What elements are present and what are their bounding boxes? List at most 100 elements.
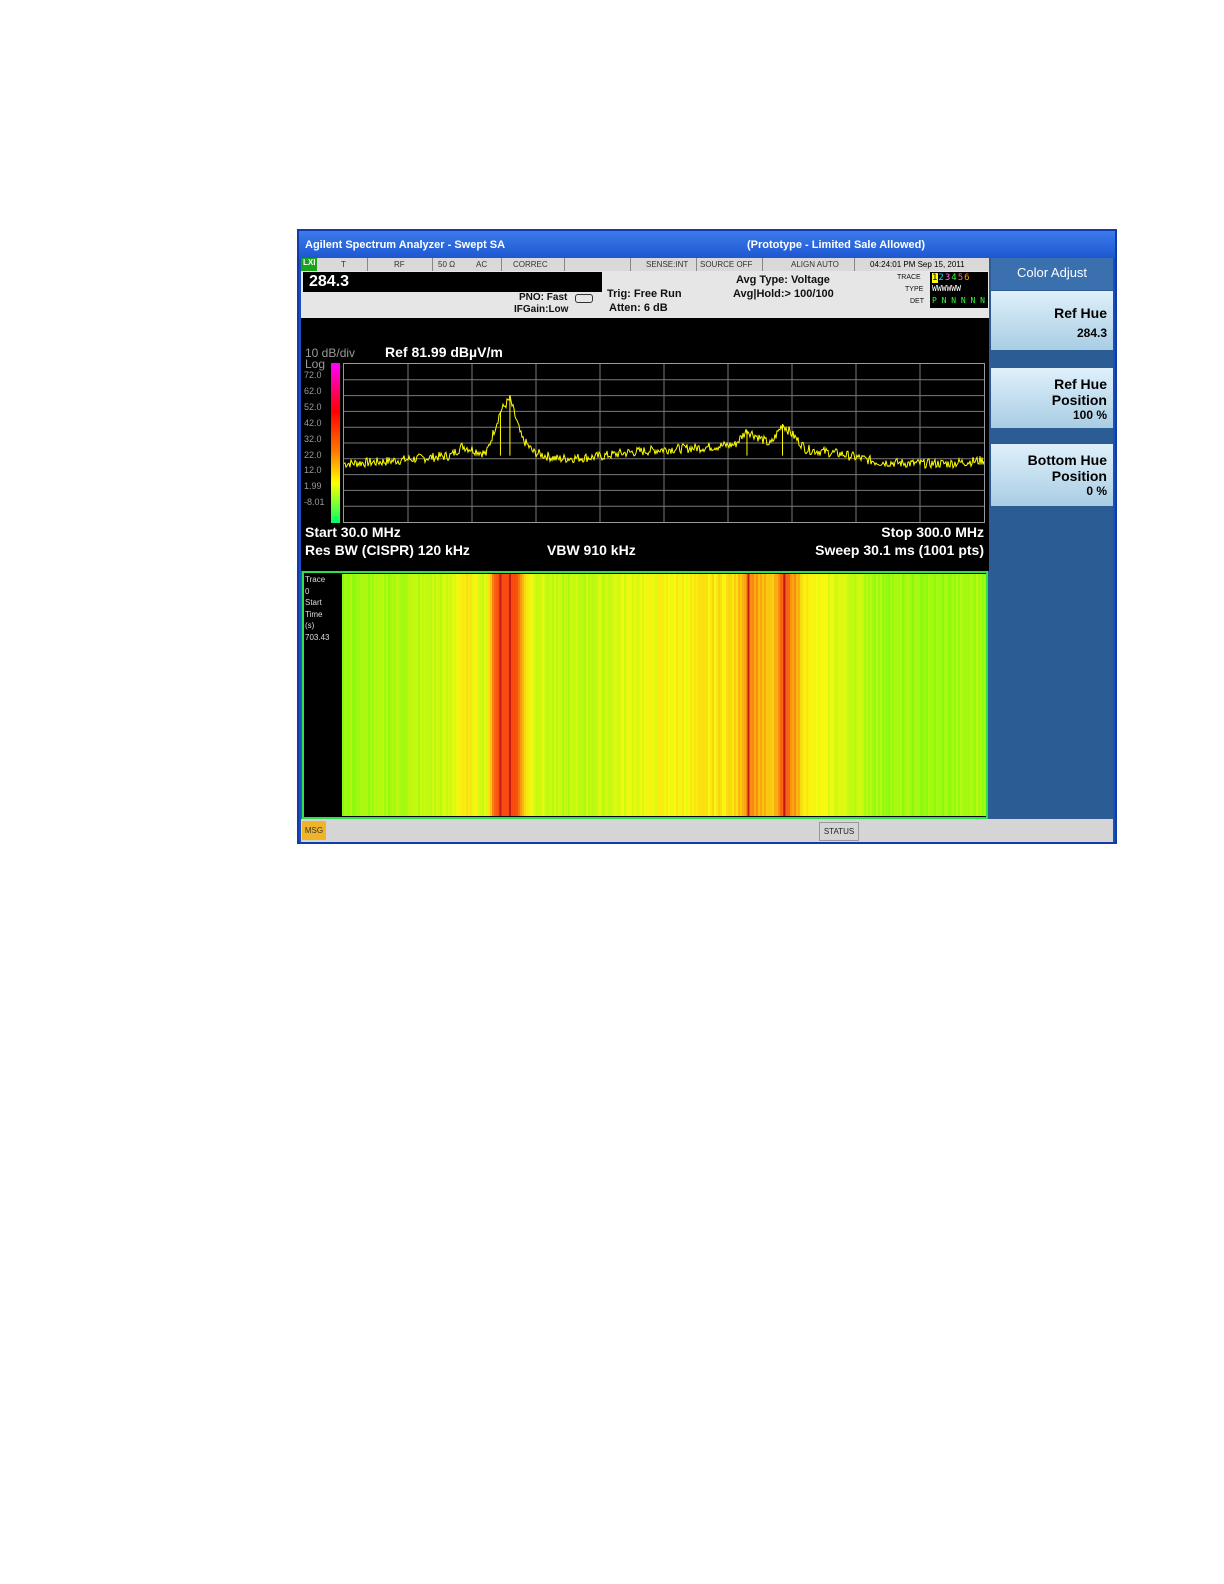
window-subtitle: (Prototype - Limited Sale Allowed): [747, 239, 926, 251]
waterfall-column: [882, 574, 884, 816]
ref-hue-position-softkey[interactable]: Ref Hue Position 100 %: [991, 368, 1113, 428]
waterfall-column: [844, 574, 846, 816]
waterfall-column: [456, 574, 458, 816]
ref-hue-position-label-1: Ref Hue: [1054, 376, 1107, 392]
waterfall-column: [474, 574, 476, 816]
waterfall-column: [628, 574, 630, 816]
waterfall-column: [754, 574, 756, 816]
waterfall-column: [530, 574, 532, 816]
waterfall-column: [832, 574, 834, 816]
waterfall-column: [918, 574, 920, 816]
waterfall-column: [740, 574, 742, 816]
waterfall-column: [812, 574, 814, 816]
waterfall-column: [734, 574, 736, 816]
waterfall-signal-line: [783, 574, 786, 816]
rf-indicator: RF: [394, 260, 405, 269]
waterfall-column: [824, 574, 826, 816]
waterfall-column: [702, 574, 704, 816]
waterfall-column: [608, 574, 610, 816]
msg-button[interactable]: MSG: [302, 821, 326, 840]
waterfall-column: [460, 574, 462, 816]
waterfall-display: Trace 0 Start Time (s) 703.43: [302, 571, 988, 819]
bottom-hue-position-label-2: Position: [1051, 468, 1107, 484]
waterfall-column: [454, 574, 456, 816]
waterfall-column: [694, 574, 696, 816]
waterfall-column: [874, 574, 876, 816]
waterfall-column: [696, 574, 698, 816]
waterfall-column: [842, 574, 844, 816]
waterfall-column: [554, 574, 556, 816]
waterfall-column: [600, 574, 602, 816]
waterfall-column: [980, 574, 982, 816]
waterfall-column: [464, 574, 466, 816]
waterfall-column: [854, 574, 856, 816]
waterfall-column: [912, 574, 914, 816]
waterfall-column: [926, 574, 928, 816]
waterfall-column: [662, 574, 664, 816]
waterfall-column: [518, 574, 520, 816]
waterfall-column: [610, 574, 612, 816]
y-tick-label: 32.0: [304, 433, 322, 444]
waterfall-column: [856, 574, 858, 816]
waterfall-column: [840, 574, 842, 816]
waterfall-column: [916, 574, 918, 816]
waterfall-column: [482, 574, 484, 816]
waterfall-column: [712, 574, 714, 816]
waterfall-column: [388, 574, 390, 816]
waterfall-column: [548, 574, 550, 816]
waterfall-column: [806, 574, 808, 816]
status-button[interactable]: STATUS: [819, 822, 859, 841]
waterfall-column: [758, 574, 760, 816]
waterfall-column: [438, 574, 440, 816]
waterfall-column: [962, 574, 964, 816]
active-function-value[interactable]: 284.3: [303, 272, 602, 292]
hue-color-bar: [331, 363, 340, 523]
waterfall-column: [878, 574, 880, 816]
waterfall-column: [902, 574, 904, 816]
waterfall-column: [798, 574, 800, 816]
waterfall-column: [516, 574, 518, 816]
y-tick-label: 72.0: [304, 370, 322, 380]
waterfall-column: [418, 574, 420, 816]
waterfall-signal-line: [508, 574, 511, 816]
waterfall-column: [378, 574, 380, 816]
waterfall-column: [556, 574, 558, 816]
waterfall-column: [802, 574, 804, 816]
waterfall-column: [808, 574, 810, 816]
waterfall-column: [846, 574, 848, 816]
waterfall-column: [822, 574, 824, 816]
waterfall-column: [436, 574, 438, 816]
waterfall-column: [568, 574, 570, 816]
waterfall-column: [894, 574, 896, 816]
datetime: 04:24:01 PM Sep 15, 2011: [870, 260, 965, 269]
waterfall-column: [804, 574, 806, 816]
waterfall-column: [594, 574, 596, 816]
waterfall-column: [848, 574, 850, 816]
waterfall-column: [356, 574, 358, 816]
waterfall-column: [898, 574, 900, 816]
waterfall-column: [566, 574, 568, 816]
waterfall-column: [970, 574, 972, 816]
waterfall-column: [512, 574, 514, 816]
waterfall-column: [480, 574, 482, 816]
trace-plot: [343, 363, 985, 523]
waterfall-column: [726, 574, 728, 816]
bottom-hue-position-softkey[interactable]: Bottom Hue Position 0 %: [991, 444, 1113, 506]
ref-hue-softkey[interactable]: Ref Hue 284.3: [991, 291, 1113, 350]
waterfall-column: [644, 574, 646, 816]
waterfall-column: [700, 574, 702, 816]
waterfall-column: [642, 574, 644, 816]
waterfall-column: [922, 574, 924, 816]
waterfall-column: [954, 574, 956, 816]
pno-setting: PNO: Fast: [519, 292, 568, 303]
waterfall-column: [400, 574, 402, 816]
waterfall-column: [908, 574, 910, 816]
start-freq: Start 30.0 MHz: [305, 524, 401, 540]
trig-setting: Trig: Free Run: [607, 288, 682, 300]
waterfall-column: [672, 574, 674, 816]
waterfall-column: [452, 574, 454, 816]
waterfall-column: [514, 574, 516, 816]
waterfall-column: [372, 574, 374, 816]
trace-types: WWWWWW: [932, 284, 961, 293]
ref-hue-position-value: 100 %: [1072, 408, 1107, 422]
